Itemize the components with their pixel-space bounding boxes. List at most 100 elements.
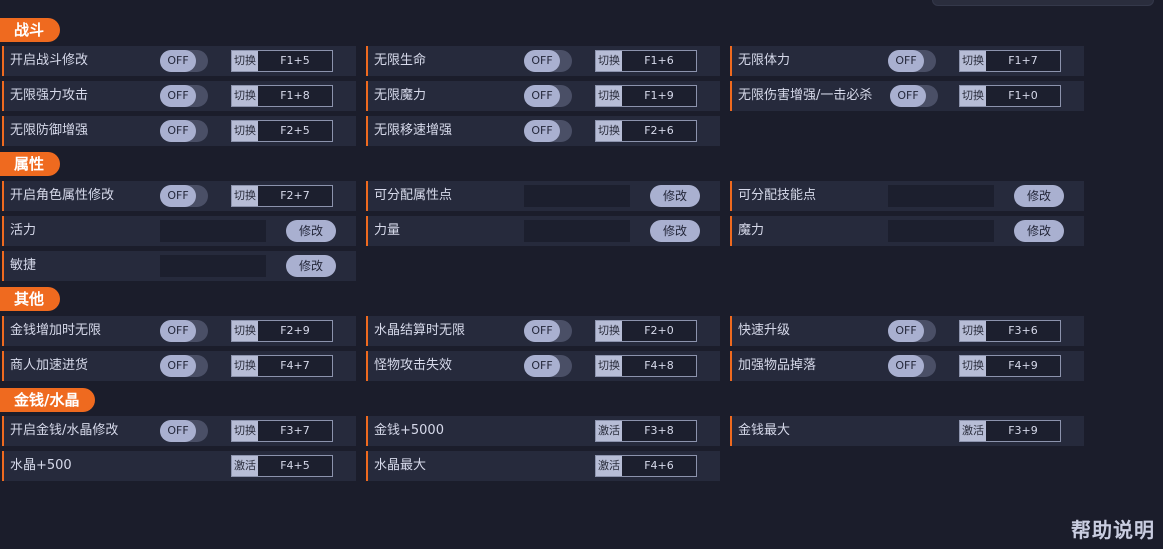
toggle-switch[interactable]: OFF [888, 355, 936, 377]
cheat-label: 可分配属性点 [374, 188, 453, 203]
value-input[interactable] [160, 220, 266, 242]
hotkey-box[interactable]: 切换 F4+7 [231, 355, 333, 377]
hotkey-key: F3+9 [1008, 424, 1038, 437]
toggle-state: OFF [524, 85, 560, 107]
toggle-state: OFF [160, 120, 196, 142]
cheat-row-monster-attack-disable: 怪物攻击失效 OFF 切换 F4+8 [366, 351, 720, 381]
value-input[interactable] [888, 185, 994, 207]
toggle-switch[interactable]: OFF [524, 120, 572, 142]
value-input[interactable] [888, 220, 994, 242]
toggle-switch[interactable]: OFF [160, 120, 208, 142]
cheat-label: 无限移速增强 [374, 123, 453, 138]
hotkey-box[interactable]: 切换 F1+8 [231, 85, 333, 107]
hotkey-box[interactable]: 切换 F2+0 [595, 320, 697, 342]
cheat-row-speed-boost: 无限移速增强 OFF 切换 F2+6 [366, 116, 720, 146]
hotkey-box[interactable]: 切换 F4+8 [595, 355, 697, 377]
toggle-state: OFF [524, 50, 560, 72]
hotkey-box[interactable]: 切换 F1+5 [231, 50, 333, 72]
toggle-state: OFF [890, 85, 926, 107]
help-link[interactable]: 帮助说明 [1071, 514, 1155, 543]
toggle-switch[interactable]: OFF [160, 355, 208, 377]
toggle-switch[interactable]: OFF [160, 420, 208, 442]
toggle-switch[interactable]: OFF [890, 85, 938, 107]
cheat-label: 无限生命 [374, 53, 427, 68]
modify-button[interactable]: 修改 [286, 220, 336, 242]
section-header-money-crystal: 金钱/水晶 [0, 388, 96, 412]
hotkey-type: 切换 [232, 121, 258, 141]
cheat-row-infinite-power-attack: 无限强力攻击 OFF 切换 F1+8 [2, 81, 356, 111]
toggle-switch[interactable]: OFF [160, 185, 208, 207]
modify-button[interactable]: 修改 [650, 220, 700, 242]
toggle-switch[interactable]: OFF [524, 320, 572, 342]
toggle-state: OFF [160, 355, 196, 377]
hotkey-key: F1+6 [644, 54, 674, 67]
toggle-switch[interactable]: OFF [524, 50, 572, 72]
toggle-switch[interactable]: OFF [524, 85, 572, 107]
cheat-row-vitality: 活力 修改 [2, 216, 356, 246]
cheat-label: 商人加速进货 [10, 358, 89, 373]
cheat-label: 开启角色属性修改 [10, 188, 115, 203]
cheat-label: 无限强力攻击 [10, 88, 89, 103]
hotkey-key: F1+0 [1008, 89, 1038, 102]
toggle-state: OFF [524, 320, 560, 342]
hotkey-type: 激活 [232, 456, 258, 476]
hotkey-box[interactable]: 切换 F2+7 [231, 185, 333, 207]
hotkey-box[interactable]: 激活 F4+5 [231, 455, 333, 477]
hotkey-box[interactable]: 激活 F3+9 [959, 420, 1061, 442]
hotkey-box[interactable]: 切换 F1+0 [959, 85, 1061, 107]
hotkey-box[interactable]: 切换 F4+9 [959, 355, 1061, 377]
cheat-row-agility: 敏捷 修改 [2, 251, 356, 281]
toggle-switch[interactable]: OFF [888, 50, 936, 72]
hotkey-box[interactable]: 切换 F1+7 [959, 50, 1061, 72]
toggle-state: OFF [888, 50, 924, 72]
cheat-row-infinite-mana: 无限魔力 OFF 切换 F1+9 [366, 81, 720, 111]
cheat-row-attribute-points: 可分配属性点 修改 [366, 181, 720, 211]
hotkey-key: F1+9 [644, 89, 674, 102]
hotkey-key: F2+9 [280, 324, 310, 337]
value-input[interactable] [160, 255, 266, 277]
cheat-label: 快速升级 [738, 323, 791, 338]
hotkey-box[interactable]: 激活 F3+8 [595, 420, 697, 442]
hotkey-box[interactable]: 激活 F4+6 [595, 455, 697, 477]
modify-button[interactable]: 修改 [286, 255, 336, 277]
toggle-switch[interactable]: OFF [160, 85, 208, 107]
cheat-row-strength: 力量 修改 [366, 216, 720, 246]
cheat-row-battle-toggle: 开启战斗修改 OFF 切换 F1+5 [2, 46, 356, 76]
hotkey-type: 切换 [596, 86, 622, 106]
hotkey-box[interactable]: 切换 F3+6 [959, 320, 1061, 342]
hotkey-type: 切换 [232, 321, 258, 341]
modify-button[interactable]: 修改 [650, 185, 700, 207]
toggle-switch[interactable]: OFF [160, 320, 208, 342]
modify-button[interactable]: 修改 [1014, 185, 1064, 207]
toggle-state: OFF [524, 120, 560, 142]
hotkey-type: 切换 [232, 356, 258, 376]
hotkey-box[interactable]: 切换 F2+5 [231, 120, 333, 142]
top-search-bar[interactable] [932, 0, 1154, 6]
toggle-switch[interactable]: OFF [888, 320, 936, 342]
hotkey-box[interactable]: 切换 F1+6 [595, 50, 697, 72]
cheat-label: 无限防御增强 [10, 123, 89, 138]
hotkey-type: 切换 [960, 51, 986, 71]
value-input[interactable] [524, 220, 630, 242]
hotkey-box[interactable]: 切换 F1+9 [595, 85, 697, 107]
cheat-row-defense-boost: 无限防御增强 OFF 切换 F2+5 [2, 116, 356, 146]
cheat-row-magic: 魔力 修改 [730, 216, 1084, 246]
cheat-label: 水晶+500 [10, 458, 72, 473]
hotkey-key: F4+9 [1008, 359, 1038, 372]
hotkey-key: F1+8 [280, 89, 310, 102]
hotkey-type: 切换 [232, 186, 258, 206]
modify-button[interactable]: 修改 [1014, 220, 1064, 242]
toggle-state: OFF [160, 320, 196, 342]
toggle-switch[interactable]: OFF [524, 355, 572, 377]
toggle-switch[interactable]: OFF [160, 50, 208, 72]
value-input[interactable] [524, 185, 630, 207]
hotkey-key: F4+7 [280, 359, 310, 372]
hotkey-box[interactable]: 切换 F3+7 [231, 420, 333, 442]
hotkey-type: 切换 [232, 51, 258, 71]
hotkey-key: F3+6 [1008, 324, 1038, 337]
hotkey-box[interactable]: 切换 F2+6 [595, 120, 697, 142]
hotkey-box[interactable]: 切换 F2+9 [231, 320, 333, 342]
hotkey-type: 激活 [960, 421, 986, 441]
cheat-row-item-drop-boost: 加强物品掉落 OFF 切换 F4+9 [730, 351, 1084, 381]
cheat-row-infinite-stamina: 无限体力 OFF 切换 F1+7 [730, 46, 1084, 76]
